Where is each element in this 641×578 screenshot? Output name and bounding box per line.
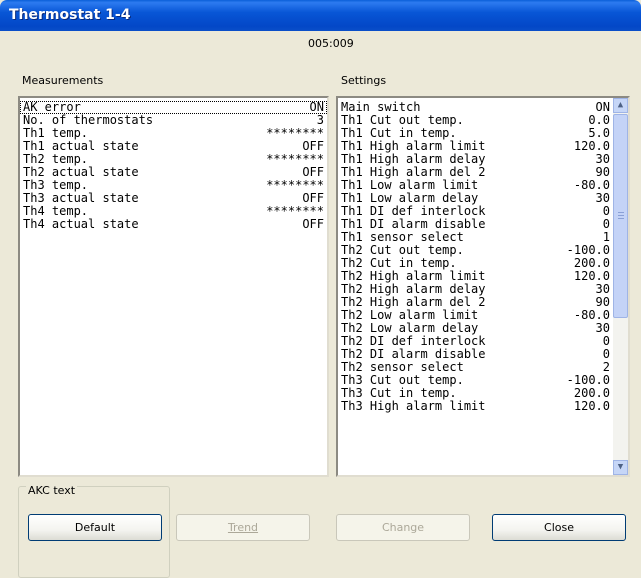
settings-label: Settings — [341, 74, 387, 87]
change-button[interactable]: Change — [336, 514, 470, 541]
scroll-thumb[interactable] — [613, 114, 628, 318]
close-button[interactable]: Close — [492, 514, 626, 541]
default-button[interactable]: Default — [28, 514, 162, 541]
measurement-row-label: Th4 actual state — [23, 217, 139, 231]
device-address: 005:009 — [308, 37, 354, 50]
window-title-bar[interactable]: Thermostat 1-4 — [0, 0, 641, 31]
akc-text-group-label: AKC text — [26, 484, 78, 497]
trend-button-label: Trend — [227, 521, 259, 534]
measurements-label: Measurements — [22, 74, 104, 87]
scroll-down-arrow-icon[interactable]: ▼ — [613, 460, 628, 475]
setting-row[interactable]: Th3 High alarm limit 120.0 — [338, 400, 613, 413]
settings-scrollbar[interactable]: ▲ ▼ — [613, 98, 628, 475]
measurement-row-value: OFF — [302, 217, 324, 231]
window-title: Thermostat 1-4 — [9, 7, 131, 23]
measurement-row[interactable]: Th4 actual state OFF — [20, 218, 327, 231]
setting-row-label: Th3 High alarm limit — [341, 399, 486, 413]
settings-list[interactable]: Main switch ON Th1 Cut out temp. 0.0 Th1 Cut… — [336, 96, 630, 477]
setting-row-value: 120.0 — [573, 399, 610, 413]
trend-button[interactable]: Trend — [176, 514, 310, 541]
scroll-up-arrow-icon[interactable]: ▲ — [613, 98, 628, 113]
measurements-list[interactable]: AK error ON No. of thermostats 3 Th1 temp. **… — [18, 96, 329, 477]
